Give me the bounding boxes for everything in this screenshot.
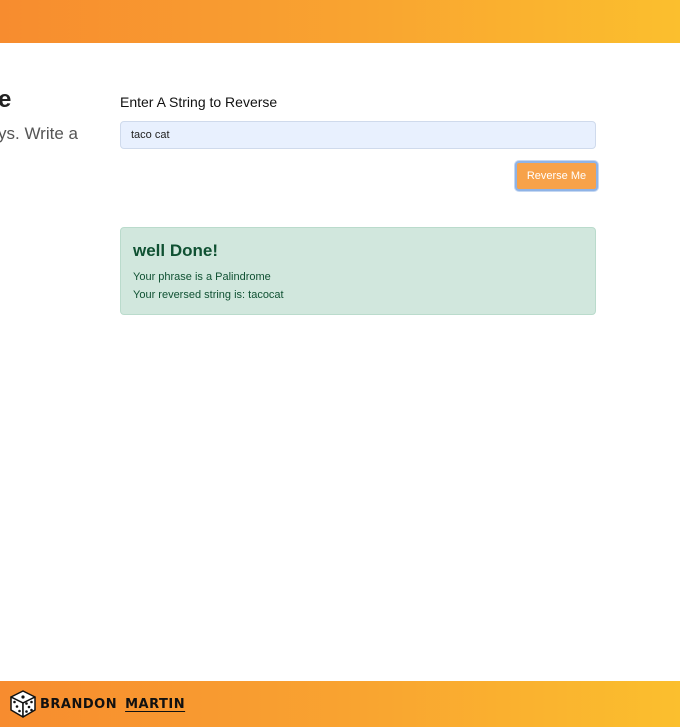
palindrome-message: Your phrase is a Palindrome — [133, 271, 271, 283]
reverse-me-button[interactable]: Reverse Me — [515, 161, 598, 191]
page-description-fragment: ys. Write a — [0, 124, 78, 143]
brand-first-name: BRANDON — [40, 696, 118, 712]
dice-icon — [10, 690, 36, 718]
string-input-label: Enter A String to Reverse — [120, 94, 278, 110]
footer-bar: BRANDON MARTIN — [0, 681, 680, 727]
result-heading: well Done! — [133, 241, 219, 260]
top-header-bar — [0, 0, 680, 43]
brand-logo[interactable]: BRANDON MARTIN — [8, 689, 185, 719]
page-title-fragment: e — [0, 86, 12, 113]
result-alert: well Done! Your phrase is a Palindrome Y… — [120, 227, 596, 315]
reversed-string-message: Your reversed string is: tacocat — [133, 289, 284, 301]
string-input[interactable] — [120, 121, 596, 149]
brand-last-name: MARTIN — [125, 696, 186, 712]
